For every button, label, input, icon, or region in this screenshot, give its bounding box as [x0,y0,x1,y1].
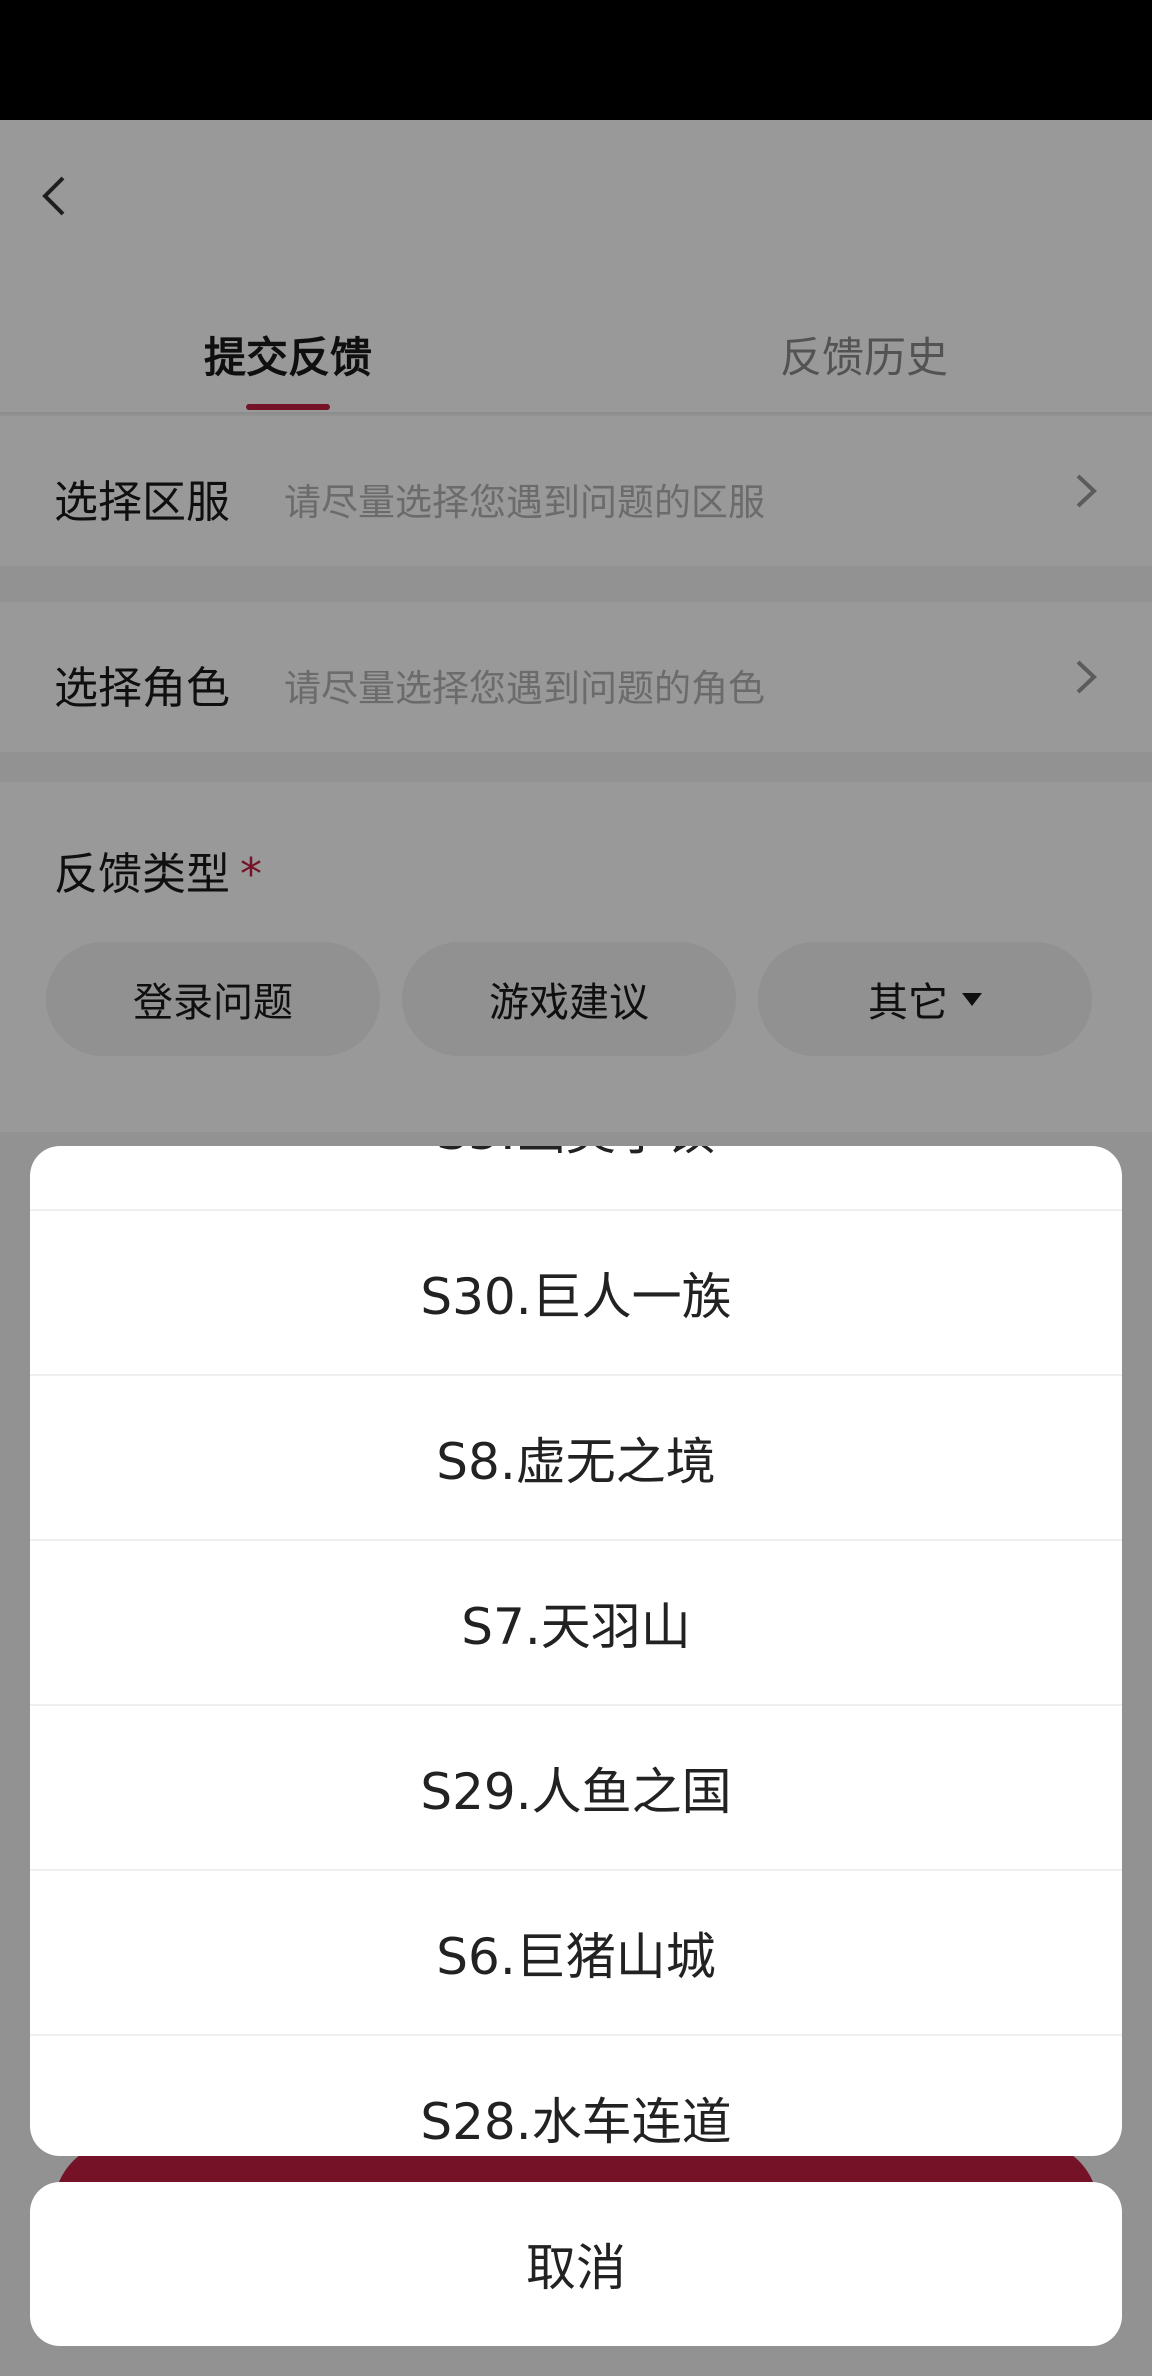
picker-option[interactable]: S6.巨猪山城 [30,1871,1122,2036]
picker-option[interactable]: S8.虚无之境 [30,1376,1122,1541]
server-picker-sheet: S5.幽灵小镇 S30.巨人一族 S8.虚无之境 S7.天羽山 S29.人鱼之国… [30,1146,1122,2156]
picker-option[interactable]: S30.巨人一族 [30,1211,1122,1376]
picker-option[interactable]: S5.幽灵小镇 [30,1146,1122,1211]
picker-option[interactable]: S28.水车连道 [30,2036,1122,2156]
picker-option[interactable]: S29.人鱼之国 [30,1706,1122,1871]
cancel-button[interactable]: 取消 [30,2182,1122,2346]
picker-option[interactable]: S7.天羽山 [30,1541,1122,1706]
